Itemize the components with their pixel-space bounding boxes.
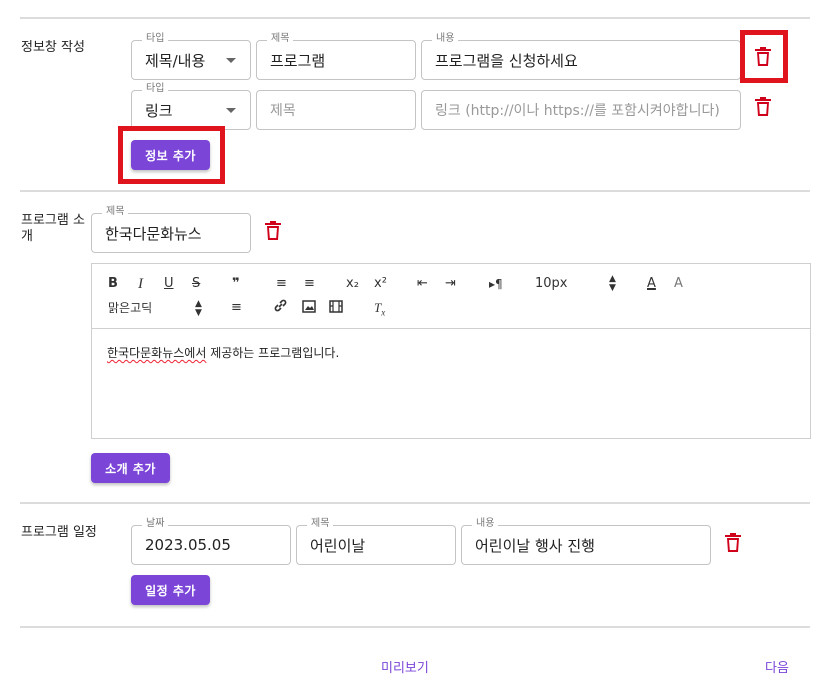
intro-section-label: 프로그램 소개 [21,213,85,244]
delete-info-2-trash-icon[interactable] [755,97,771,116]
info-type-select-2[interactable]: 타입 링크 [131,83,251,130]
info-title-input-2[interactable]: 제목 [256,90,416,130]
clear-format-icon[interactable]: Tx [374,300,385,321]
info-title-input-1[interactable]: 제목 프로그램 [256,33,416,80]
input-value: 2023.05.05 [145,536,231,554]
divider [20,626,810,628]
unordered-list-button[interactable]: ≡ [304,276,315,292]
info-content-input-1[interactable]: 내용 프로그램을 신청하세요 [421,33,741,80]
font-size-updown-icon: ▲ ▼ [609,274,616,293]
font-color-icon[interactable]: A [647,276,656,292]
delete-info-1-trash-icon[interactable] [755,47,771,66]
font-family-updown-icon: ▲ ▼ [195,299,202,318]
underline-button[interactable]: U [164,276,174,292]
outdent-button[interactable]: ⇤ [417,276,428,292]
info-type-select-1[interactable]: 타입 제목/내용 [131,33,251,80]
font-family-select[interactable]: 맑은고딕 [108,300,152,316]
superscript-button[interactable]: x² [374,276,387,292]
editor-text-underlined: 한국다문화뉴스에서 [107,346,207,360]
italic-button[interactable]: I [138,276,143,292]
divider [20,190,810,192]
preview-link[interactable]: 미리보기 [381,657,429,676]
divider [20,502,810,504]
strike-button[interactable]: S [192,276,200,292]
delete-intro-trash-icon[interactable] [265,221,281,240]
intro-title-input[interactable]: 제목 한국다문화뉴스 [91,206,251,253]
input-value: 어린이날 [310,536,366,555]
link-icon[interactable] [273,298,288,318]
editor-text: 제공하는 프로그램입니다. [206,346,340,360]
indent-button[interactable]: ⇥ [445,276,456,292]
add-schedule-button[interactable]: 일정 추가 [131,575,210,605]
input-placeholder: 링크 (http://이나 https://를 포함시켜야합니다) [435,103,720,119]
editor-content[interactable]: 한국다문화뉴스에서 제공하는 프로그램입니다. [107,344,339,361]
add-intro-button[interactable]: 소개 추가 [91,453,170,483]
image-icon[interactable] [302,300,316,318]
editor-toolbar: B I U S ❞ ≡ ≡ x₂ x² ⇤ ⇥ ▸¶ 10px ▲ ▼ A A 맑… [92,264,810,329]
background-color-icon[interactable]: A [674,276,683,292]
input-value: 어린이날 행사 진행 [475,536,595,555]
input-value: 한국다문화뉴스 [105,224,202,243]
input-placeholder: 제목 [270,103,296,119]
rich-text-editor[interactable]: B I U S ❞ ≡ ≡ x₂ x² ⇤ ⇥ ▸¶ 10px ▲ ▼ A A 맑… [91,263,811,439]
top-divider [20,17,810,19]
add-info-button[interactable]: 정보 추가 [131,140,210,170]
caret-down-icon [226,108,236,113]
text-direction-button[interactable]: ▸¶ [489,276,503,292]
input-value: 프로그램 [270,51,326,70]
info-section-label: 정보창 작성 [21,40,85,55]
info-link-input-2[interactable]: 링크 (http://이나 https://를 포함시켜야합니다) [421,90,741,130]
delete-schedule-trash-icon[interactable] [725,533,741,552]
schedule-date-input[interactable]: 날짜 2023.05.05 [131,518,291,565]
ordered-list-button[interactable]: ≡ [276,276,287,292]
schedule-content-input[interactable]: 내용 어린이날 행사 진행 [461,518,711,565]
align-button[interactable]: ≡ [231,300,242,316]
caret-down-icon [226,58,236,63]
subscript-button[interactable]: x₂ [346,276,359,292]
blockquote-button[interactable]: ❞ [232,276,240,292]
font-size-select[interactable]: 10px [535,276,568,292]
schedule-section-label: 프로그램 일정 [21,525,97,540]
bold-button[interactable]: B [108,276,118,292]
input-value: 프로그램을 신청하세요 [435,51,578,70]
video-icon[interactable] [329,300,343,318]
schedule-title-input[interactable]: 제목 어린이날 [296,518,456,565]
next-link[interactable]: 다음 [765,657,789,676]
